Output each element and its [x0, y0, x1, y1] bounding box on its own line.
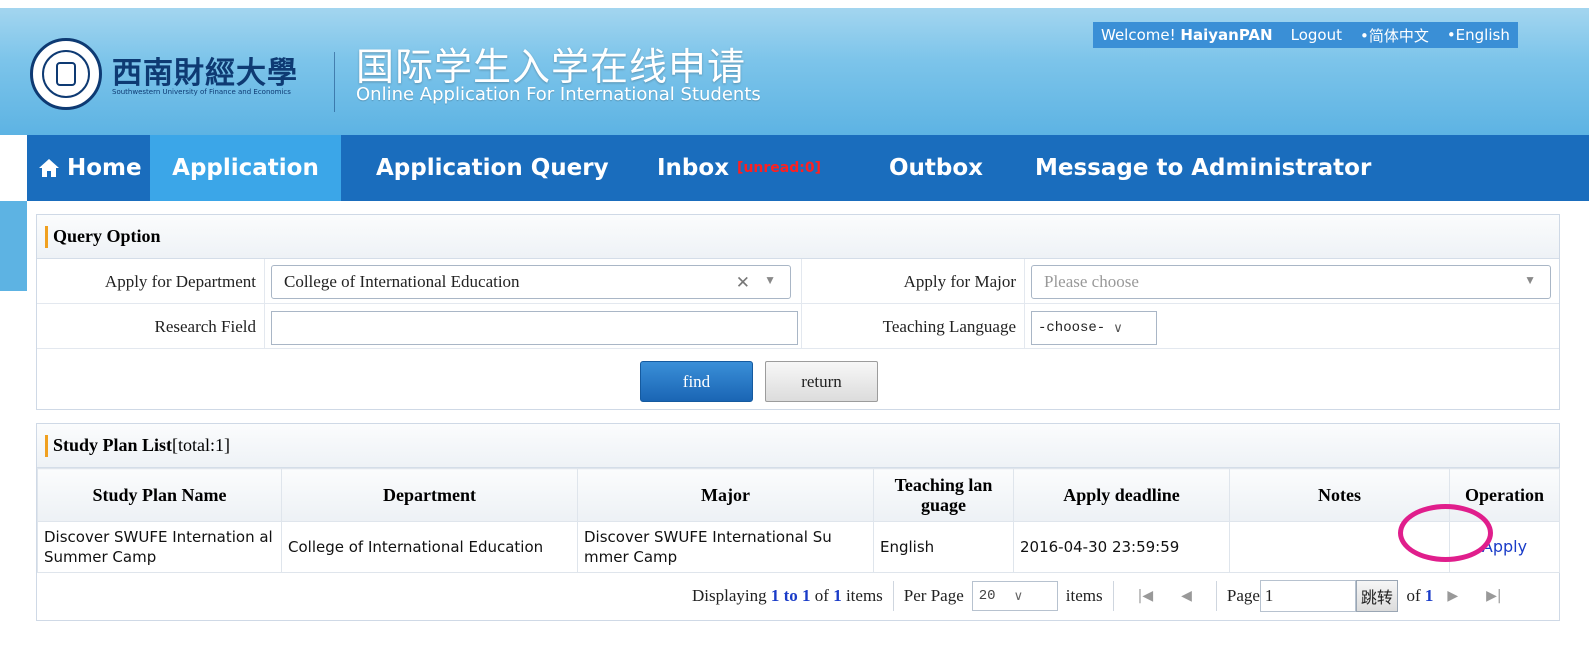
research-field-input[interactable] — [271, 311, 798, 345]
page-number-value: 1 — [1264, 586, 1274, 605]
col-header-major[interactable]: Major — [577, 468, 874, 522]
header-top-strip — [0, 0, 1589, 8]
page-total: 1 — [1424, 586, 1434, 605]
prev-page-icon[interactable]: ◀ — [1181, 588, 1192, 604]
query-option-title: Query Option — [53, 226, 161, 246]
welcome-text: Welcome! HaiyanPAN — [1101, 26, 1273, 44]
welcome-label: Welcome! — [1101, 26, 1176, 44]
study-plan-total: [total:1] — [172, 435, 231, 455]
col-header-department[interactable]: Department — [281, 468, 578, 522]
displaying-label: Displaying — [692, 586, 767, 605]
research-label: Research Field — [37, 304, 265, 349]
nav-application[interactable]: Application — [150, 135, 341, 201]
goto-page-button[interactable]: 跳转 — [1355, 580, 1398, 612]
teaching-language-select[interactable]: -choose- ∨ — [1031, 311, 1157, 345]
displaying-total: 1 — [833, 586, 842, 605]
lang-english-link[interactable]: •English — [1447, 26, 1510, 44]
header: 西南財經大學 Southwestern University of Financ… — [0, 0, 1589, 135]
nav-message-admin[interactable]: Message to Administrator — [1035, 135, 1371, 201]
site-title-chinese: 国际学生入学在线申请 — [356, 45, 747, 89]
displaying-range: 1 to 1 — [770, 586, 811, 605]
home-icon — [39, 159, 59, 177]
cell-department: College of International Education — [281, 521, 578, 573]
logout-link[interactable]: Logout — [1291, 26, 1342, 44]
return-button[interactable]: return — [765, 361, 878, 402]
left-decor-band — [0, 201, 27, 291]
pagination-bar: Displaying 1 to 1 of 1 items Per Page 20… — [37, 572, 1559, 620]
study-plan-list-title: Study Plan List — [53, 435, 173, 455]
displaying-items: items — [845, 586, 883, 605]
site-title-english: Online Application For International Stu… — [356, 84, 761, 105]
header-accent-bar — [45, 434, 48, 457]
logo-divider — [334, 52, 335, 112]
app-root: 西南財經大學 Southwestern University of Financ… — [0, 0, 1589, 665]
logo-chinese-name: 西南財經大學 — [112, 56, 298, 91]
chevron-down-icon[interactable]: ▼ — [764, 273, 776, 288]
find-button[interactable]: find — [640, 361, 753, 402]
nav-inbox[interactable]: Inbox [unread:0] — [657, 135, 821, 201]
chevron-down-icon: ∨ — [1013, 588, 1024, 604]
per-page-select[interactable]: 20 ∨ — [971, 581, 1058, 611]
department-value: College of International Education — [284, 272, 520, 291]
nav-outbox[interactable]: Outbox — [889, 135, 983, 201]
seal-inner-ring — [42, 50, 90, 98]
chevron-down-icon[interactable]: ▼ — [1524, 273, 1536, 288]
chevron-down-icon: ∨ — [1113, 320, 1123, 336]
university-seal-icon — [30, 38, 102, 110]
page-of: of — [1406, 586, 1421, 605]
nav-inbox-label: Inbox — [657, 155, 730, 181]
cell-deadline: 2016-04-30 23:59:59 — [1013, 521, 1230, 573]
col-header-name[interactable]: Study Plan Name — [37, 468, 282, 522]
nav-home-label: Home — [67, 155, 142, 181]
seal-core — [56, 62, 76, 86]
cell-major: Discover SWUFE International Su mmer Cam… — [577, 521, 874, 573]
pager-separator — [1112, 581, 1114, 611]
last-page-icon[interactable]: ▶| — [1486, 588, 1501, 604]
cell-language: English — [873, 521, 1014, 573]
cell-plan-name: Discover SWUFE Internation al Summer Cam… — [37, 521, 282, 573]
pager-separator — [892, 581, 894, 611]
major-placeholder: Please choose — [1044, 272, 1139, 291]
lang-chinese-link[interactable]: •简体中文 — [1360, 25, 1429, 46]
col-header-deadline[interactable]: Apply deadline — [1013, 468, 1230, 522]
next-page-icon[interactable]: ▶ — [1447, 588, 1458, 604]
dept-label: Apply for Department — [37, 259, 265, 304]
teaching-language-label: Teaching Language — [801, 304, 1025, 349]
nav-application-query[interactable]: Application Query — [376, 135, 609, 201]
header-accent-bar — [45, 225, 48, 248]
teaching-language-value: -choose- — [1038, 320, 1106, 336]
per-page-items: items — [1065, 586, 1103, 605]
unread-badge: [unread:0] — [737, 160, 821, 176]
apply-highlight-ring — [1398, 504, 1493, 562]
main-nav: Home Application Application Query Inbox… — [27, 135, 1589, 201]
query-option-header: Query Option — [37, 215, 1559, 259]
user-topbar: Welcome! HaiyanPAN Logout •简体中文 •English — [1093, 22, 1518, 48]
department-combobox[interactable]: College of International Education ✕ ▼ — [271, 265, 791, 299]
clear-icon[interactable]: ✕ — [736, 273, 750, 293]
major-label: Apply for Major — [801, 259, 1025, 304]
major-combobox[interactable]: Please choose ▼ — [1031, 265, 1551, 299]
study-plan-list-header: Study Plan List [total:1] — [37, 424, 1559, 468]
displaying-of: of — [814, 586, 829, 605]
table-row[interactable]: Discover SWUFE Internation al Summer Cam… — [37, 521, 1560, 573]
page-label: Page — [1226, 586, 1260, 605]
query-row-research: Research Field Teaching Language -choose… — [37, 304, 1559, 349]
per-page-label: Per Page — [903, 586, 964, 605]
username: HaiyanPAN — [1180, 26, 1273, 44]
query-row-department: Apply for Department College of Internat… — [37, 259, 1559, 304]
per-page-value: 20 — [978, 588, 996, 604]
nav-home[interactable]: Home — [27, 135, 150, 201]
pager-separator — [1215, 581, 1217, 611]
study-plan-table: Study Plan Name Department Major Teachin… — [37, 468, 1560, 573]
col-header-language[interactable]: Teaching lan guage — [873, 468, 1014, 522]
table-header-row: Study Plan Name Department Major Teachin… — [37, 468, 1560, 522]
logo-english-name: Southwestern University of Finance and E… — [112, 88, 291, 96]
first-page-icon[interactable]: |◀ — [1138, 588, 1153, 604]
study-plan-list-panel: Study Plan List [total:1] Study Plan Nam… — [36, 423, 1560, 621]
page-number-input[interactable]: 1 — [1259, 580, 1356, 612]
